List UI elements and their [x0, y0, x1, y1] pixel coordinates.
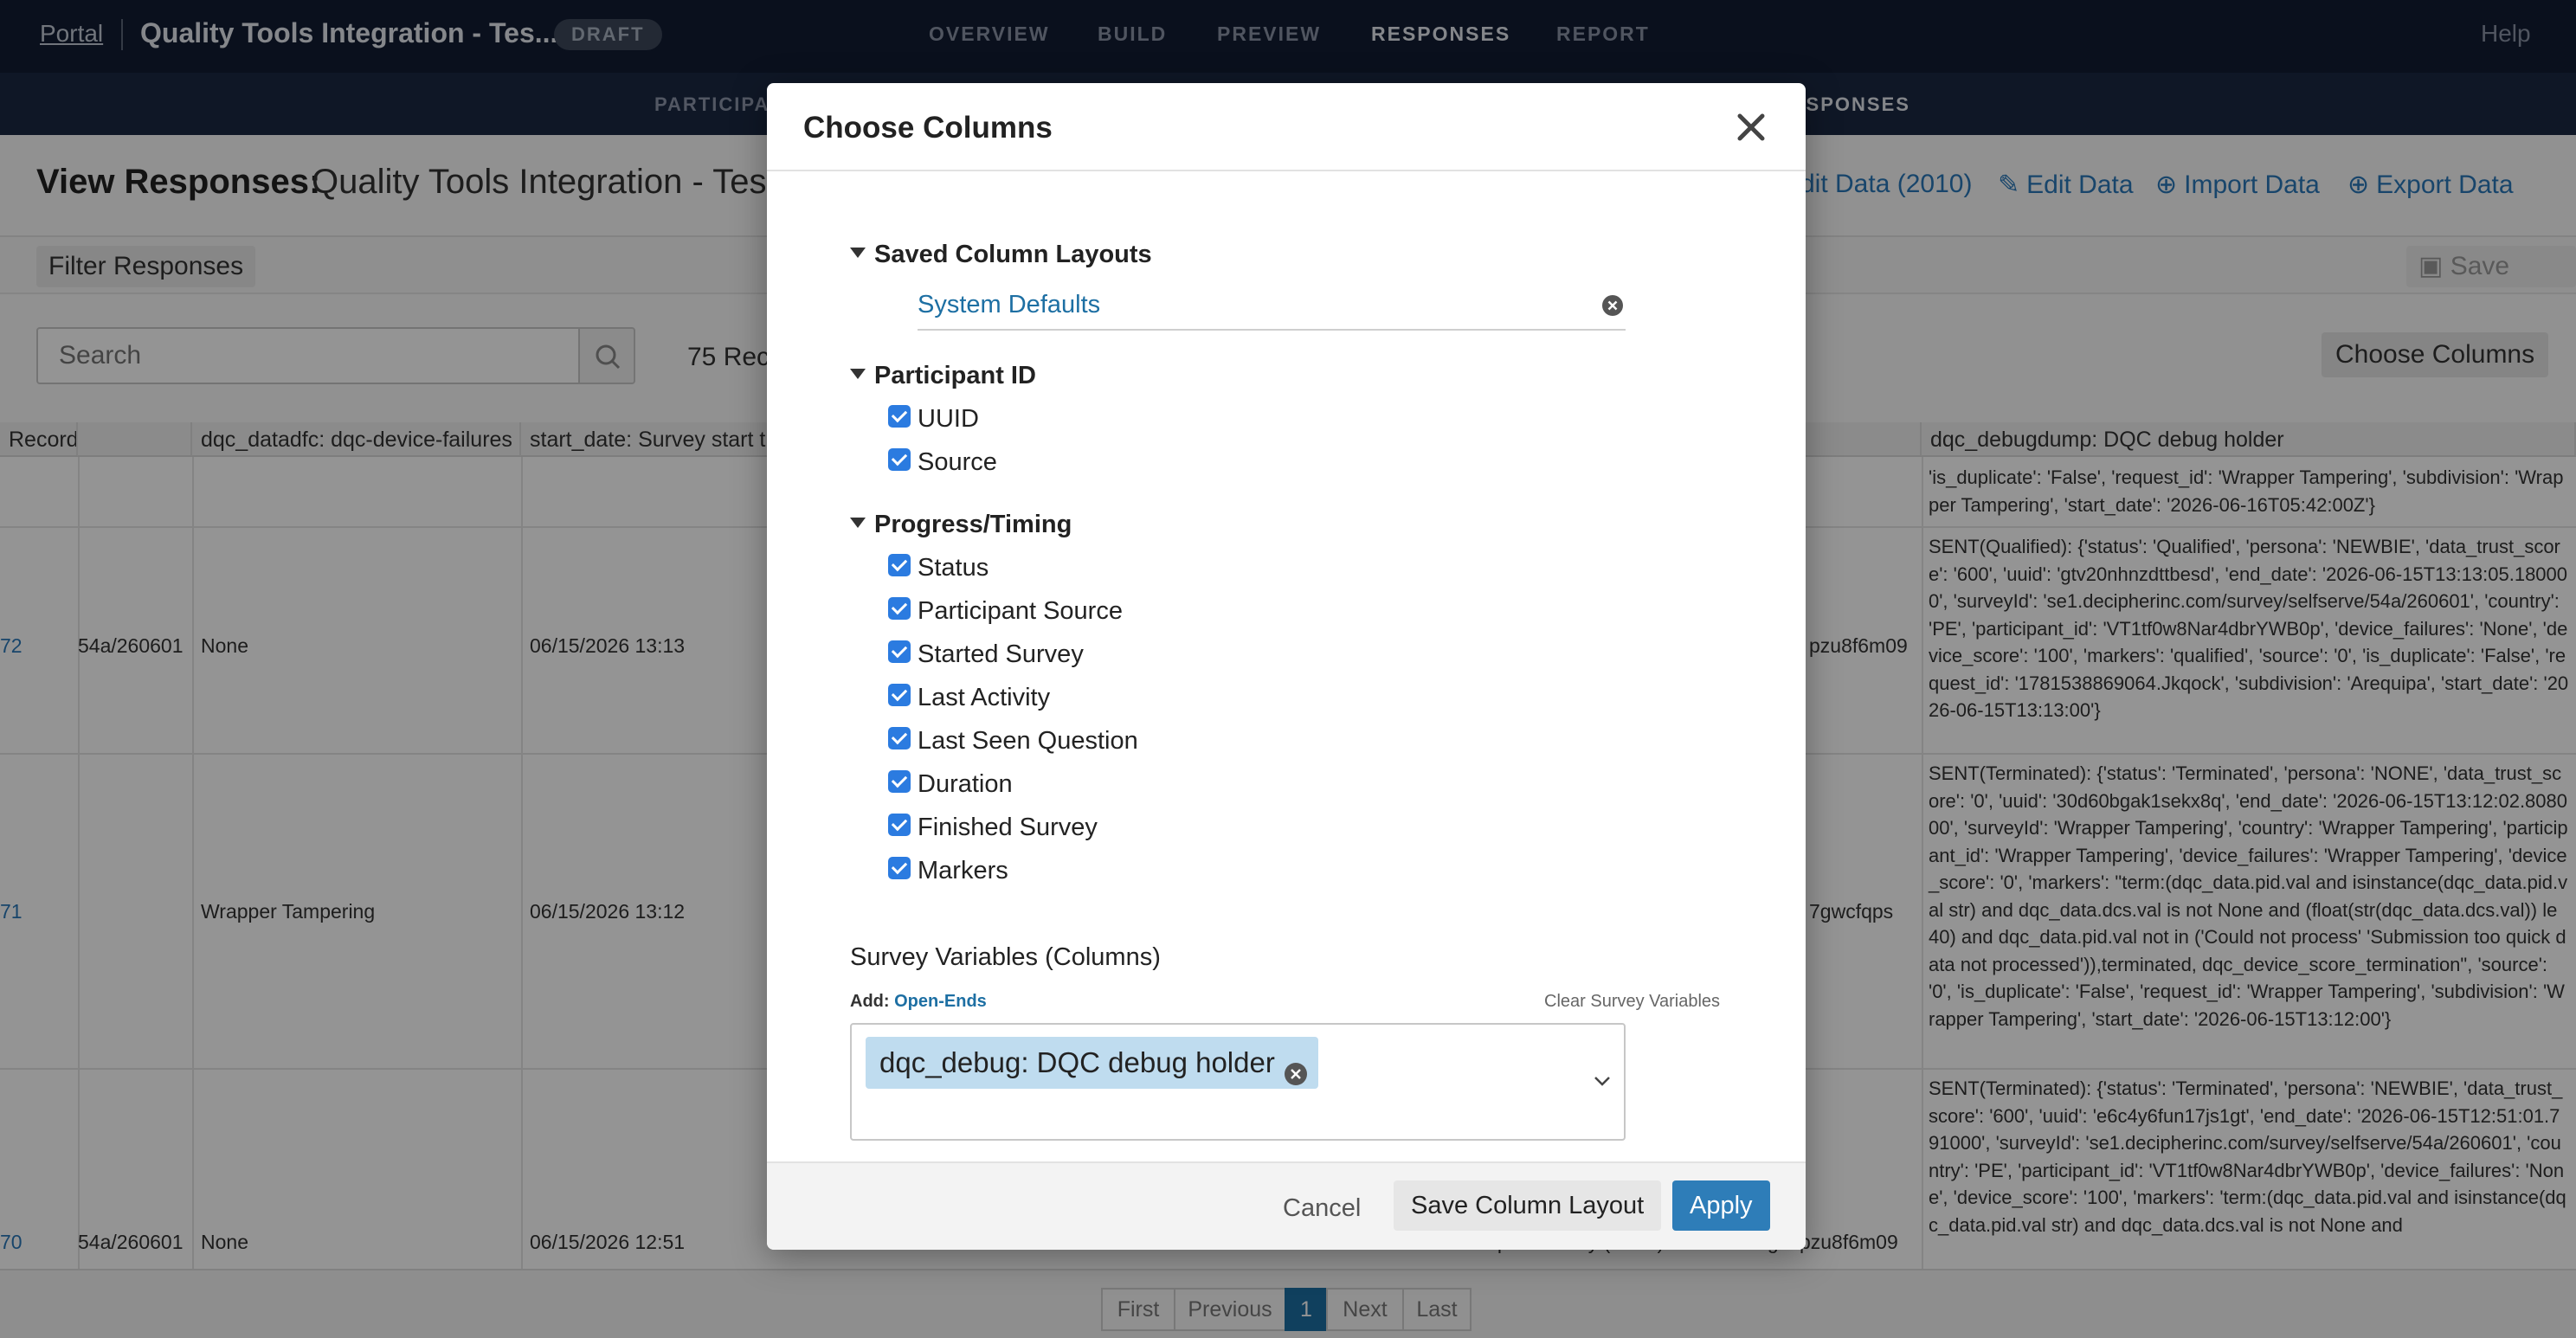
checkbox-checked[interactable] [888, 857, 911, 880]
survey-variables-suffix: (Columns) [1045, 943, 1161, 971]
checkbox-uuid[interactable]: UUID [888, 405, 979, 434]
participant-id-toggle[interactable]: Participant ID [850, 362, 1036, 390]
saved-layouts-heading: Saved Column Layouts [874, 241, 1152, 268]
checkbox-status[interactable]: Status [888, 554, 989, 582]
add-open-ends-link[interactable]: Open-Ends [894, 992, 987, 1011]
chevron-down-icon[interactable] [1593, 1075, 1612, 1087]
caret-down-icon [850, 248, 866, 259]
add-variables-row: Add: Open-Ends [850, 992, 987, 1012]
checkbox-finished-survey[interactable]: Finished Survey [888, 814, 1098, 842]
close-icon [1737, 113, 1765, 141]
clear-circle-icon [1602, 295, 1623, 316]
checkbox-label: Source [918, 448, 997, 476]
layout-system-defaults[interactable]: System Defaults [918, 291, 1100, 319]
checkbox-checked[interactable] [888, 727, 911, 750]
clear-survey-variables-link[interactable]: Clear Survey Variables [1544, 992, 1720, 1012]
checkbox-started-survey[interactable]: Started Survey [888, 640, 1084, 669]
checkbox-participant-source[interactable]: Participant Source [888, 597, 1123, 626]
checkbox-label: Started Survey [918, 640, 1084, 668]
checkbox-checked[interactable] [888, 640, 911, 664]
checkbox-source[interactable]: Source [888, 448, 997, 477]
checkbox-checked[interactable] [888, 684, 911, 707]
checkbox-checked[interactable] [888, 597, 911, 621]
app-root: Portal Quality Tools Integration - Tes..… [0, 0, 2576, 1338]
checkbox-markers[interactable]: Markers [888, 857, 1008, 885]
checkbox-label: Markers [918, 857, 1008, 884]
checkbox-last-seen-question[interactable]: Last Seen Question [888, 727, 1138, 756]
checkbox-last-activity[interactable]: Last Activity [888, 684, 1050, 712]
modal-title: Choose Columns [803, 111, 1053, 145]
checkbox-label: Status [918, 554, 989, 582]
apply-button[interactable]: Apply [1672, 1180, 1770, 1231]
checkbox-label: Finished Survey [918, 814, 1098, 841]
checkbox-label: Last Seen Question [918, 727, 1138, 755]
layout-underline [918, 329, 1626, 331]
clear-circle-icon [1284, 1063, 1307, 1085]
checkbox-label: UUID [918, 405, 979, 433]
clear-layout-button[interactable] [1601, 294, 1624, 317]
checkbox-checked[interactable] [888, 405, 911, 428]
checkbox-duration[interactable]: Duration [888, 770, 1013, 799]
checkbox-checked[interactable] [888, 770, 911, 794]
modal-header: Choose Columns [767, 83, 1806, 171]
variable-tag-label: dqc_debug: DQC debug holder [879, 1046, 1275, 1078]
checkbox-label: Participant Source [918, 597, 1123, 625]
close-button[interactable] [1729, 106, 1773, 149]
checkbox-checked[interactable] [888, 448, 911, 472]
progress-timing-toggle[interactable]: Progress/Timing [850, 511, 1072, 539]
add-label: Add: [850, 992, 890, 1011]
caret-down-icon [850, 369, 866, 380]
checkbox-checked[interactable] [888, 554, 911, 577]
remove-tag-button[interactable] [1284, 1051, 1308, 1085]
progress-timing-heading: Progress/Timing [874, 511, 1072, 538]
save-column-layout-button[interactable]: Save Column Layout [1394, 1180, 1662, 1231]
variable-tag: dqc_debug: DQC debug holder [866, 1037, 1318, 1089]
survey-variables-heading: Survey Variables [850, 943, 1039, 971]
saved-layouts-toggle[interactable]: Saved Column Layouts [850, 241, 1152, 269]
caret-down-icon [850, 518, 866, 529]
checkbox-checked[interactable] [888, 814, 911, 837]
checkbox-label: Duration [918, 770, 1013, 798]
survey-variables-select[interactable]: dqc_debug: DQC debug holder [850, 1023, 1626, 1141]
choose-columns-modal: Choose Columns Saved Column Layouts Syst… [767, 83, 1806, 1250]
participant-id-heading: Participant ID [874, 362, 1036, 389]
cancel-button[interactable]: Cancel [1272, 1184, 1371, 1232]
modal-footer: Cancel Save Column Layout Apply [767, 1161, 1806, 1250]
survey-variables-label: Survey Variables (Columns) [850, 943, 1161, 972]
checkbox-label: Last Activity [918, 684, 1051, 711]
